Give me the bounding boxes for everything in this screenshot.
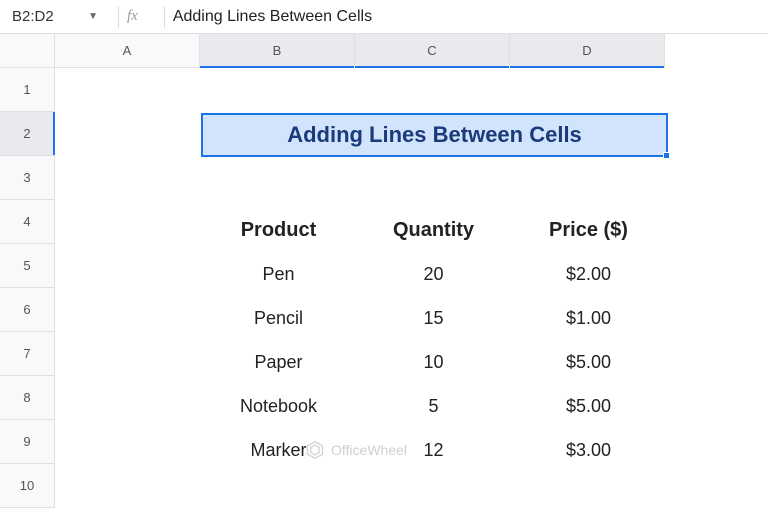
divider: [164, 6, 165, 28]
cell-price[interactable]: $5.00: [511, 396, 666, 417]
row-header-3[interactable]: 3: [0, 156, 55, 200]
table-row: Notebook 5 $5.00: [201, 384, 668, 428]
cell-quantity[interactable]: 10: [356, 352, 511, 373]
watermark-text: OfficeWheel: [331, 442, 407, 458]
divider: [118, 6, 119, 28]
row-header-10[interactable]: 10: [0, 464, 55, 508]
selection-fill-handle[interactable]: [663, 152, 670, 159]
row-header-9[interactable]: 9: [0, 420, 55, 464]
table-row: Pen 20 $2.00: [201, 252, 668, 296]
name-box[interactable]: B2:D2 ▼: [0, 8, 110, 25]
table-row: Marker 12 $3.00: [201, 428, 668, 472]
fx-icon[interactable]: fx: [127, 8, 138, 25]
row-header-8[interactable]: 8: [0, 376, 55, 420]
row-header-6[interactable]: 6: [0, 288, 55, 332]
name-box-value: B2:D2: [12, 8, 54, 25]
cell-quantity[interactable]: 5: [356, 396, 511, 417]
col-header-b[interactable]: B: [200, 34, 355, 68]
cell-price[interactable]: $2.00: [511, 264, 666, 285]
row-header-2[interactable]: 2: [0, 112, 55, 156]
col-header-d[interactable]: D: [510, 34, 665, 68]
row-header-4[interactable]: 4: [0, 200, 55, 244]
row-header-1[interactable]: 1: [0, 68, 55, 112]
row-header-5[interactable]: 5: [0, 244, 55, 288]
formula-bar: B2:D2 ▼ fx: [0, 0, 768, 34]
cell-product[interactable]: Paper: [201, 352, 356, 373]
formula-input[interactable]: [173, 8, 768, 26]
table-data: Product Quantity Price ($) Pen 20 $2.00 …: [201, 208, 668, 472]
row-header-7[interactable]: 7: [0, 332, 55, 376]
row-headers: 1 2 3 4 5 6 7 8 9 10: [0, 68, 55, 508]
column-headers: A B C D: [55, 34, 768, 68]
cell-price[interactable]: $1.00: [511, 308, 666, 329]
select-all-corner[interactable]: [0, 34, 55, 68]
col-header-a[interactable]: A: [55, 34, 200, 68]
table-header-row: Product Quantity Price ($): [201, 208, 668, 252]
chevron-down-icon[interactable]: ▼: [88, 11, 98, 22]
hexagon-icon: [305, 440, 325, 460]
watermark: OfficeWheel: [305, 440, 407, 460]
cell-quantity[interactable]: 20: [356, 264, 511, 285]
cell-product[interactable]: Pencil: [201, 308, 356, 329]
cell-selection[interactable]: Adding Lines Between Cells: [201, 113, 668, 157]
cell-quantity[interactable]: 15: [356, 308, 511, 329]
cells-area[interactable]: Adding Lines Between Cells Product Quant…: [55, 68, 768, 512]
header-quantity[interactable]: Quantity: [356, 219, 511, 242]
cell-product[interactable]: Pen: [201, 264, 356, 285]
merged-cell-title: Adding Lines Between Cells: [287, 122, 582, 148]
table-row: Pencil 15 $1.00: [201, 296, 668, 340]
header-price[interactable]: Price ($): [511, 219, 666, 242]
cell-price[interactable]: $5.00: [511, 352, 666, 373]
col-header-c[interactable]: C: [355, 34, 510, 68]
cell-price[interactable]: $3.00: [511, 440, 666, 461]
cell-product[interactable]: Notebook: [201, 396, 356, 417]
header-product[interactable]: Product: [201, 219, 356, 242]
table-row: Paper 10 $5.00: [201, 340, 668, 384]
